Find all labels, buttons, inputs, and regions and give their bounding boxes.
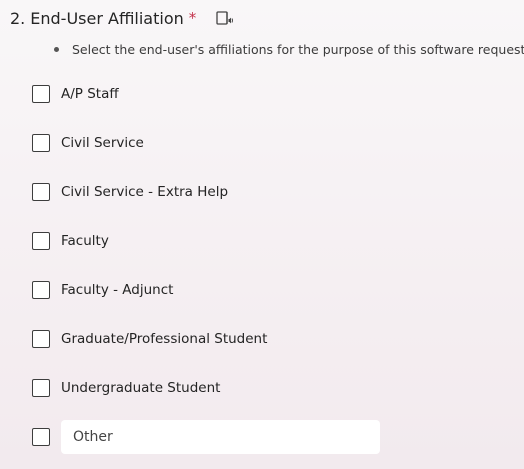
required-marker: * [188, 9, 197, 27]
option-label: Civil Service - Extra Help [61, 184, 229, 200]
option-other[interactable] [32, 419, 380, 454]
checkbox[interactable] [32, 330, 50, 348]
immersive-reader-icon[interactable] [215, 9, 235, 27]
option-ap-staff[interactable]: A/P Staff [32, 83, 119, 105]
option-faculty[interactable]: Faculty [32, 230, 109, 252]
question-subtitle: Select the end-user's affiliations for t… [50, 42, 524, 57]
question-header: 2. End-User Affiliation * [10, 6, 235, 30]
option-label: Undergraduate Student [61, 380, 221, 396]
checkbox[interactable] [32, 281, 50, 299]
question-title: End-User Affiliation [30, 8, 184, 28]
checkbox[interactable] [32, 134, 50, 152]
option-civil-service[interactable]: Civil Service [32, 132, 144, 154]
option-label: Faculty - Adjunct [61, 282, 174, 298]
option-label: A/P Staff [61, 86, 119, 102]
option-graduate-professional-student[interactable]: Graduate/Professional Student [32, 328, 267, 350]
checkbox[interactable] [32, 379, 50, 397]
checkbox[interactable] [32, 85, 50, 103]
option-label: Faculty [61, 233, 109, 249]
bullet-icon [54, 47, 59, 52]
option-faculty-adjunct[interactable]: Faculty - Adjunct [32, 279, 173, 301]
checkbox[interactable] [32, 427, 50, 446]
option-undergraduate-student[interactable]: Undergraduate Student [32, 377, 220, 399]
checkbox[interactable] [32, 183, 50, 201]
checkbox[interactable] [32, 232, 50, 250]
question-number: 2. [10, 8, 26, 28]
option-label: Graduate/Professional Student [61, 331, 268, 347]
option-civil-service-extra-help[interactable]: Civil Service - Extra Help [32, 181, 228, 203]
option-label: Civil Service [61, 135, 144, 151]
other-input[interactable] [61, 419, 380, 454]
subtitle-text: Select the end-user's affiliations for t… [72, 42, 524, 57]
